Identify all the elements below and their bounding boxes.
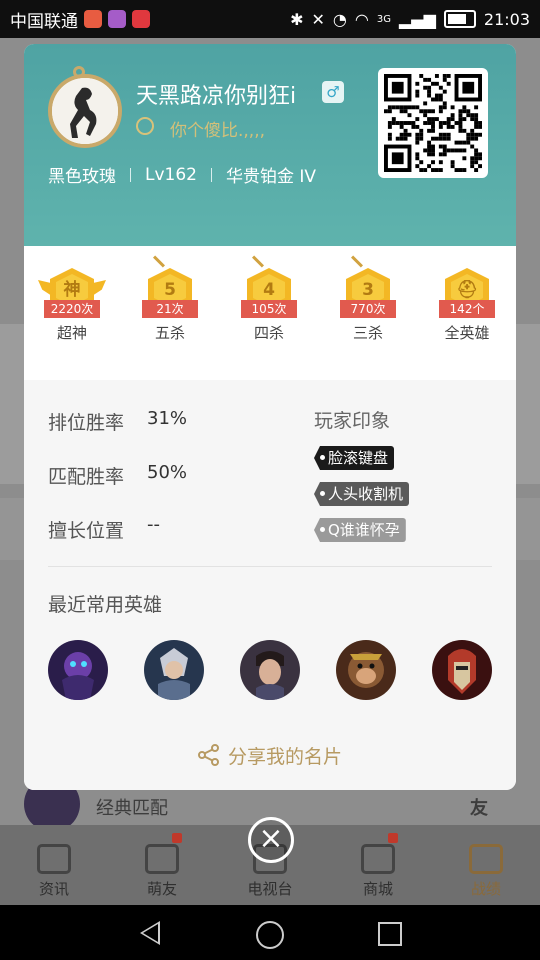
achievement-count: 2220次 [44,300,100,318]
back-icon[interactable] [140,921,160,945]
profile-meta: 黑色玫瑰 Lv162 华贵铂金 IV [48,162,317,188]
impression-tag: 人头收割机 [314,482,410,506]
nav-record[interactable]: 战绩 [432,825,540,905]
achievement-row: 神 2220次 超神 5 21次 五杀 4 105次 四杀 3 770次 三杀 … [24,246,516,380]
carrier-name: 中国联通 [10,11,78,32]
position-label: 擅长位置 [48,520,125,542]
player-rank: 华贵铂金 IV [225,167,317,187]
nav-record-label: 战绩 [470,880,501,898]
section-divider [48,566,492,567]
achievement-count: 105次 [241,300,297,318]
match-winrate-value: 50% [147,462,188,483]
sword-icon [350,255,364,268]
nickname: 天黑路凉你别狂i [136,84,297,109]
hero-avatar[interactable] [432,640,492,700]
impression-tag: 脸滚键盘 [314,446,395,470]
nav-news-label: 资讯 [38,880,69,898]
achievement-legendary[interactable]: 神 2220次 超神 [32,266,112,343]
qr-code-icon [384,74,482,172]
signal-icon: ▂▄▆ [398,9,436,29]
chat-bubble-icon [136,117,154,135]
hero-avatar[interactable] [240,640,300,700]
achievement-label: 三杀 [352,324,383,342]
ranked-winrate-label: 排位胜率 [48,412,125,434]
achievement-penta-kill[interactable]: 5 21次 五杀 [130,255,210,343]
match-winrate-label: 匹配胜率 [48,466,125,488]
battery-icon [443,10,476,28]
impressions-title: 玩家印象 [314,410,391,432]
achievement-label: 四杀 [253,324,284,342]
nav-tv-label: 电视台 [247,880,293,898]
achievement-count: 21次 [142,300,198,318]
recent-apps-icon[interactable] [378,922,402,946]
achievement-count: 770次 [340,300,396,318]
background-friend-text: 友 [470,798,488,819]
hero-avatar[interactable] [336,640,396,700]
avatar[interactable] [48,74,122,148]
share-label: 分享我的名片 [227,746,342,768]
qr-code[interactable] [378,68,488,178]
male-gender-icon: ♂ [322,81,344,103]
notification-app-icon [84,10,102,28]
notification-badge [172,833,182,843]
divider [210,167,212,182]
avatar-frame-ornament [73,66,85,78]
status-bar: 中国联通 ✱ ✕ ◔ ◠ 3G ▂▄▆ 21:03 [0,0,540,38]
friends-icon [145,844,179,874]
nav-friends[interactable]: 萌友 [108,825,216,905]
bluetooth-icon: ✱ [290,9,304,29]
mute-icon: ✕ [311,9,325,29]
divider [130,167,131,182]
nav-news[interactable]: 资讯 [0,825,108,905]
shop-icon [361,844,395,874]
ranked-winrate-value: 31% [147,408,188,429]
profile-card: 天黑路凉你别狂i ♂ 你个傻比.,,,, 黑色玫瑰 Lv162 华贵铂金 IV … [24,44,516,790]
close-icon: × [258,821,284,856]
wifi-icon: ◠ [354,9,369,29]
app-notification-icon [132,10,150,28]
stats-section: 排位胜率 31% 匹配胜率 50% 擅长位置 -- 玩家印象 脸滚键盘 人头收割… [24,380,516,790]
achievement-label: 五杀 [154,324,185,342]
clock: 21:03 [483,9,530,29]
profile-header: 天黑路凉你别狂i ♂ 你个傻比.,,,, 黑色玫瑰 Lv162 华贵铂金 IV [24,44,516,246]
nav-shop[interactable]: 商城 [324,825,432,905]
home-icon[interactable] [256,921,284,949]
recent-heroes-title: 最近常用英雄 [48,594,163,616]
record-icon [469,844,503,874]
signature: 你个傻比.,,,, [170,121,266,141]
share-icon [197,744,220,771]
hero-avatar[interactable] [144,640,204,700]
wing-left-icon [38,280,52,296]
network-type: 3G [376,13,391,25]
alarm-icon: ◔ [332,9,347,29]
close-button[interactable]: × [248,817,294,863]
nav-friends-label: 萌友 [146,880,177,898]
background-mode-text: 经典匹配 [96,798,168,819]
achievement-all-heroes[interactable]: ⛑ 142个 全英雄 [427,266,507,343]
news-icon [37,844,71,874]
player-level: Lv162 [145,164,197,185]
sword-icon [152,255,166,268]
position-value: -- [147,514,160,535]
nav-shop-label: 商城 [362,880,393,898]
achievement-label: 超神 [56,324,87,342]
player-title: 黑色玫瑰 [48,167,116,187]
share-card-button[interactable]: 分享我的名片 [24,742,516,771]
impression-tag: Q谁谁怀孕 [314,518,406,542]
wing-right-icon [92,280,106,296]
notification-badge [388,833,398,843]
achievement-label: 全英雄 [444,324,490,342]
hero-avatar[interactable] [48,640,108,700]
sword-icon [251,255,265,268]
gallery-notification-icon [108,10,126,28]
system-navigation-bar [0,905,540,960]
achievement-count: 142个 [439,300,495,318]
achievement-triple-kill[interactable]: 3 770次 三杀 [328,255,408,343]
achievement-quadra-kill[interactable]: 4 105次 四杀 [229,255,309,343]
